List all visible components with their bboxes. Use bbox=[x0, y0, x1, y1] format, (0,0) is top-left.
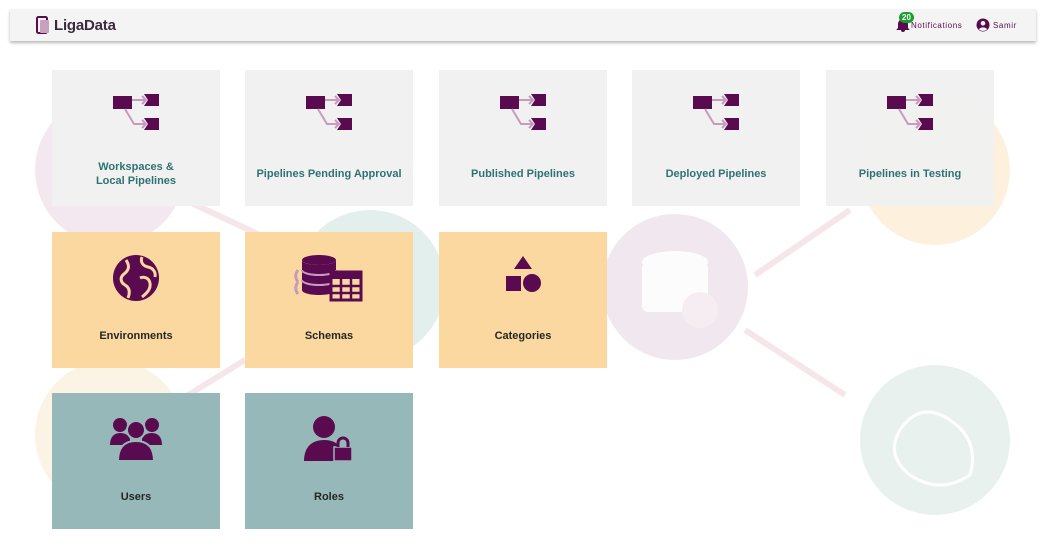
user-menu[interactable]: Samir bbox=[976, 15, 1017, 35]
user-name: Samir bbox=[993, 20, 1017, 30]
pipeline-icon bbox=[113, 94, 159, 130]
users-icon bbox=[110, 418, 162, 462]
logo-text: LigaData bbox=[54, 16, 116, 34]
tile-users[interactable]: Users bbox=[52, 393, 220, 529]
account-circle-icon bbox=[976, 18, 990, 32]
pipeline-icon bbox=[887, 94, 933, 130]
tile-label: Users bbox=[120, 491, 152, 503]
tile-label: Schemas bbox=[304, 330, 354, 342]
user-lock-icon bbox=[304, 416, 353, 462]
tile-pipelines-pending-approval[interactable]: Pipelines Pending Approval bbox=[245, 70, 413, 206]
shapes-icon bbox=[506, 256, 541, 292]
tile-label: Workspaces & Local Pipelines bbox=[95, 161, 177, 187]
tile-schemas[interactable]: Schemas bbox=[245, 232, 413, 368]
tile-label: Pipelines Pending Approval bbox=[256, 168, 402, 180]
tile-workspaces-local-pipelines[interactable]: Workspaces & Local Pipelines bbox=[52, 70, 220, 206]
tile-label: Deployed Pipelines bbox=[665, 168, 767, 180]
notifications-button[interactable]: 20 Notifications bbox=[896, 12, 963, 35]
database-table-icon bbox=[294, 255, 363, 302]
tile-deployed-pipelines[interactable]: Deployed Pipelines bbox=[632, 70, 800, 206]
globe-icon bbox=[113, 255, 159, 301]
tile-published-pipelines[interactable]: Published Pipelines bbox=[439, 70, 607, 206]
top-bar: LigaData 20 Notifications Samir bbox=[10, 9, 1036, 41]
pipeline-icon bbox=[500, 94, 546, 130]
tile-label: Published Pipelines bbox=[471, 168, 575, 180]
tile-environments[interactable]: Environments bbox=[52, 232, 220, 368]
tile-label: Environments bbox=[99, 330, 173, 342]
pipeline-icon bbox=[306, 94, 352, 130]
bell-icon: 20 bbox=[896, 12, 914, 33]
logo[interactable]: LigaData bbox=[36, 15, 116, 35]
tile-categories[interactable]: Categories bbox=[439, 232, 607, 368]
notifications-count-badge: 20 bbox=[899, 12, 914, 23]
tile-label: Pipelines in Testing bbox=[858, 168, 962, 180]
logo-icon bbox=[36, 16, 49, 34]
tile-label: Categories bbox=[494, 330, 552, 342]
tile-roles[interactable]: Roles bbox=[245, 393, 413, 529]
notifications-label: Notifications bbox=[911, 20, 963, 30]
tile-label: Roles bbox=[314, 491, 344, 503]
tile-pipelines-in-testing[interactable]: Pipelines in Testing bbox=[826, 70, 994, 206]
pipeline-icon bbox=[693, 94, 739, 130]
